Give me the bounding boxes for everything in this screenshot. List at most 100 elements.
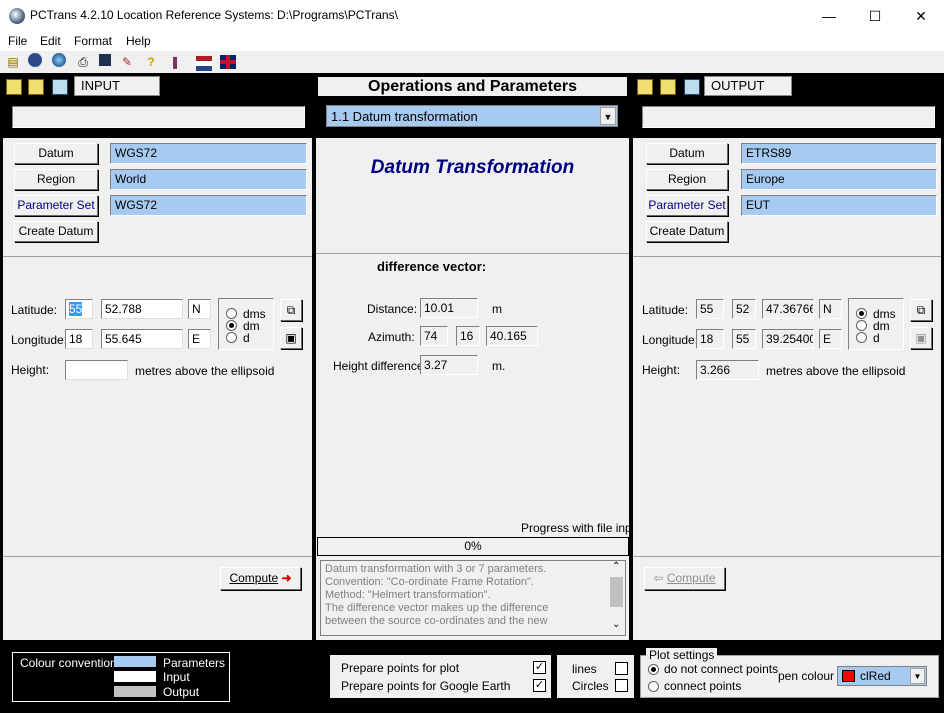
book-icon[interactable]: ❚: [166, 53, 184, 71]
connect-radio[interactable]: [648, 681, 659, 692]
input-format-dms-radio[interactable]: [226, 308, 237, 319]
maximize-button[interactable]: ☐: [852, 0, 898, 32]
memo-scrollbar[interactable]: ⌃ ⌄: [608, 561, 625, 635]
input-lat-degrees[interactable]: 55: [65, 299, 93, 319]
earth-icon[interactable]: [50, 53, 68, 71]
lines-label: lines: [572, 662, 597, 676]
open-folder-icon[interactable]: [6, 79, 22, 95]
input-format-d-label: d: [243, 331, 250, 345]
scroll-up-icon[interactable]: ⌃: [612, 561, 620, 572]
output-lon-minutes: 55: [732, 329, 756, 349]
save-icon[interactable]: [96, 53, 114, 71]
lines-checkbox[interactable]: [615, 662, 628, 675]
operations-header: Operations and Parameters: [318, 77, 627, 96]
paste-icon[interactable]: ▣: [280, 327, 302, 349]
legend-output-label: Output: [163, 685, 200, 699]
input-height-field[interactable]: [65, 360, 128, 380]
output-format-d-radio[interactable]: [856, 332, 867, 343]
output-parameter-set-field[interactable]: EUT: [741, 195, 937, 216]
input-datum-field[interactable]: WGS72: [110, 143, 307, 164]
progress-label: Progress with file input: [521, 521, 642, 535]
pen-colour-label: pen colour: [778, 669, 835, 683]
globe-icon[interactable]: [26, 53, 44, 71]
output-open-folder-icon[interactable]: [637, 79, 653, 95]
output-format-dms-radio[interactable]: [856, 308, 867, 319]
open-file-icon[interactable]: ▤: [4, 53, 22, 71]
dutch-flag-icon[interactable]: [196, 53, 214, 71]
copy-icon[interactable]: ⧉: [280, 299, 302, 321]
arrow-left-icon: ⇦: [653, 571, 664, 585]
menu-format[interactable]: Format: [74, 34, 112, 48]
plot-settings-title: Plot settings: [646, 648, 718, 662]
output-parameter-set-button[interactable]: Parameter Set: [646, 195, 728, 216]
input-bottom-divider: [3, 556, 312, 557]
output-region-field[interactable]: Europe: [741, 169, 937, 190]
help-icon[interactable]: ?: [142, 53, 160, 71]
title-bar: PCTrans 4.2.10 Location Reference System…: [0, 0, 944, 32]
close-button[interactable]: ✕: [898, 0, 944, 32]
description-memo[interactable]: Datum transformation with 3 or 7 paramet…: [320, 560, 626, 636]
input-lon-hemisphere[interactable]: E: [188, 329, 211, 349]
clipboard-icon[interactable]: [52, 79, 68, 95]
input-lon-degrees[interactable]: 18: [65, 329, 93, 349]
output-paste-icon: ▣: [910, 327, 932, 349]
prepare-google-earth-checkbox[interactable]: ✓: [533, 679, 546, 692]
print-icon[interactable]: ⎙: [74, 53, 92, 71]
difference-vector-title: difference vector:: [377, 259, 487, 274]
output-format-dm-radio[interactable]: [856, 320, 867, 331]
circles-checkbox[interactable]: [615, 679, 628, 692]
tab-input[interactable]: INPUT: [74, 76, 160, 96]
input-lat-minutes[interactable]: 52.788: [101, 299, 183, 319]
prepare-plot-checkbox[interactable]: ✓: [533, 661, 546, 674]
pen-colour-chevron-icon[interactable]: ▼: [910, 668, 925, 684]
edit-icon[interactable]: ✎: [118, 53, 136, 71]
output-lat-degrees: 55: [696, 299, 724, 319]
output-height-field: 3.266: [696, 360, 759, 380]
legend-input-label: Input: [163, 670, 190, 684]
no-connect-radio[interactable]: [648, 664, 659, 675]
scroll-down-icon[interactable]: ⌄: [612, 619, 620, 630]
input-parameter-set-field[interactable]: WGS72: [110, 195, 307, 216]
input-description-box: [12, 106, 305, 128]
scroll-thumb[interactable]: [610, 577, 623, 607]
input-lat-hemisphere[interactable]: N: [188, 299, 211, 319]
output-region-button[interactable]: Region: [646, 169, 728, 190]
circles-label: Circles: [572, 679, 609, 693]
progress-text: 0%: [464, 539, 482, 553]
input-lon-minutes[interactable]: 55.645: [101, 329, 183, 349]
pen-colour-select[interactable]: clRed ▼: [837, 666, 927, 686]
input-compute-button[interactable]: Compute ➜: [220, 567, 301, 590]
uk-flag-icon[interactable]: [220, 53, 238, 71]
output-datum-field[interactable]: ETRS89: [741, 143, 937, 164]
output-latitude-label: Latitude:: [642, 303, 689, 317]
toolbar: ▤ ⎙ ✎ ? ❚: [0, 51, 944, 73]
datum-transformation-title: Datum Transformation: [370, 157, 575, 178]
input-region-button[interactable]: Region: [14, 169, 98, 190]
output-datum-button[interactable]: Datum: [646, 143, 728, 164]
tab-output[interactable]: OUTPUT: [704, 76, 792, 96]
azimuth-minutes: 16: [456, 326, 480, 346]
input-datum-button[interactable]: Datum: [14, 143, 98, 164]
input-format-dm-radio[interactable]: [226, 320, 237, 331]
input-parameter-set-button[interactable]: Parameter Set: [14, 195, 98, 216]
distance-label: Distance:: [367, 302, 418, 316]
input-create-datum-button[interactable]: Create Datum: [14, 221, 98, 242]
output-lat-minutes: 52: [732, 299, 756, 319]
folder-icon[interactable]: [28, 79, 44, 95]
output-copy-icon[interactable]: ⧉: [910, 299, 932, 321]
input-format-d-radio[interactable]: [226, 332, 237, 343]
menu-edit[interactable]: Edit: [40, 34, 61, 48]
input-latitude-label: Latitude:: [11, 303, 58, 317]
chevron-down-icon[interactable]: ▼: [600, 107, 616, 125]
output-create-datum-button[interactable]: Create Datum: [646, 221, 728, 242]
operation-select[interactable]: 1.1 Datum transformation ▼: [326, 105, 618, 127]
output-lon-degrees: 18: [696, 329, 724, 349]
input-compute-label: Compute: [229, 571, 279, 585]
output-clipboard-icon[interactable]: [684, 79, 700, 95]
output-height-unit: metres above the ellipsoid: [766, 364, 906, 378]
input-region-field[interactable]: World: [110, 169, 307, 190]
menu-help[interactable]: Help: [126, 34, 151, 48]
output-folder-icon[interactable]: [660, 79, 676, 95]
menu-file[interactable]: File: [8, 34, 27, 48]
minimize-button[interactable]: —: [806, 0, 852, 32]
